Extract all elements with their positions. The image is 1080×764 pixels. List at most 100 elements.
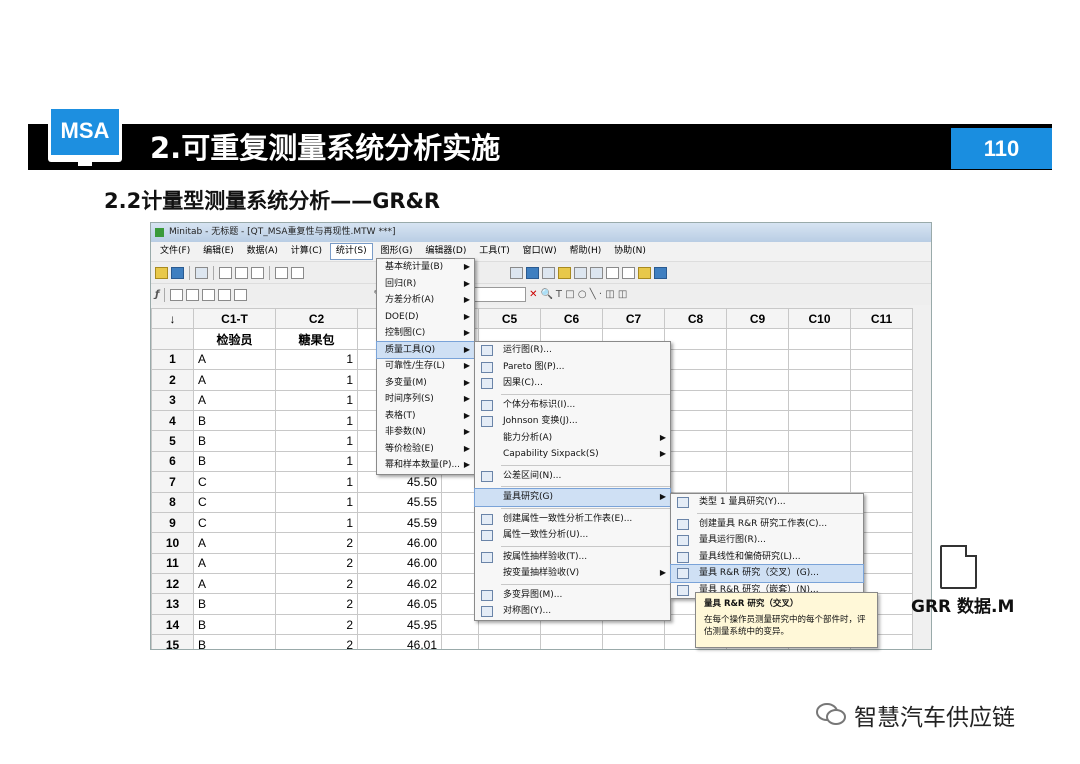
insert-col-icon[interactable] — [186, 288, 200, 301]
empty-cell[interactable] — [441, 532, 479, 554]
menu-item-multivariate[interactable]: 多变量(M) ▶ — [377, 375, 474, 392]
column-header[interactable]: C10 — [788, 307, 851, 330]
menu-item-anova[interactable]: 方差分析(A) ▶ — [377, 292, 474, 309]
row-header[interactable]: 8 — [151, 491, 194, 513]
row-header[interactable]: 15 — [151, 634, 194, 649]
empty-cell[interactable] — [850, 450, 913, 473]
cell-operator[interactable]: B — [193, 613, 276, 636]
menu-item-power-sample[interactable]: 幂和样本数量(P)... ▶ — [377, 457, 474, 474]
cell-part[interactable]: 1 — [275, 409, 358, 432]
cell-measurement[interactable]: 46.01 — [357, 634, 442, 649]
menu-calc[interactable]: 计算(C) — [286, 242, 327, 261]
cut-icon[interactable] — [219, 266, 232, 279]
empty-cell[interactable] — [478, 634, 541, 649]
empty-cell[interactable] — [664, 471, 727, 493]
empty-cell[interactable] — [788, 369, 851, 391]
menu-item-attribute-agreement[interactable]: 属性一致性分析(U)... — [475, 527, 670, 544]
empty-cell[interactable] — [441, 593, 479, 615]
cell-part[interactable]: 2 — [275, 573, 358, 595]
save-icon[interactable] — [171, 266, 184, 279]
empty-cell[interactable] — [788, 409, 851, 432]
row-header[interactable]: 14 — [151, 613, 194, 636]
menu-item-pareto[interactable]: Pareto 图(P)... — [475, 359, 670, 376]
empty-cell[interactable] — [441, 573, 479, 595]
column-header[interactable]: C1-T — [193, 307, 276, 330]
menu-item-johnson[interactable]: Johnson 变换(J)... — [475, 413, 670, 430]
empty-cell[interactable] — [664, 369, 727, 391]
cell-part[interactable]: 2 — [275, 593, 358, 615]
menu-item-basic-stats[interactable]: 基本统计量(B) ▶ — [377, 259, 474, 276]
empty-cell[interactable] — [726, 430, 789, 452]
cell-operator[interactable]: B — [193, 430, 276, 452]
row-header[interactable]: 2 — [151, 369, 194, 391]
menu-item-distribution-id[interactable]: 个体分布标识(I)... — [475, 397, 670, 414]
menu-item-acceptance-attr[interactable]: 按属性抽样验收(T)... — [475, 549, 670, 566]
menu-stat[interactable]: 统计(S) — [329, 243, 373, 260]
layout-icon[interactable] — [542, 266, 555, 279]
project-icon[interactable] — [590, 266, 603, 279]
cell-operator[interactable]: A — [193, 573, 276, 595]
cell-operator[interactable]: A — [193, 532, 276, 554]
move-col-icon[interactable] — [202, 288, 216, 301]
cell-operator[interactable]: B — [193, 450, 276, 473]
cell-part[interactable]: 2 — [275, 613, 358, 636]
empty-cell[interactable] — [788, 450, 851, 473]
menu-item-nonparametrics[interactable]: 非参数(N) ▶ — [377, 424, 474, 441]
help-icon[interactable] — [234, 288, 248, 301]
row-header[interactable]: 10 — [151, 532, 194, 554]
empty-cell[interactable] — [441, 511, 479, 534]
menu-item-type1-gage[interactable]: 类型 1 量具研究(Y)... — [671, 494, 863, 511]
note-icon[interactable] — [574, 266, 587, 279]
menu-item-sixpack[interactable]: Capability Sixpack(S) ▶ — [475, 446, 670, 463]
draw-tools-icon[interactable]: T □ ○ ╲ · ◫ ◫ — [556, 289, 627, 300]
empty-cell[interactable] — [788, 471, 851, 493]
cell-measurement[interactable]: 45.55 — [357, 491, 442, 513]
chart-icon[interactable] — [510, 266, 523, 279]
row-header-corner[interactable]: ↓ — [151, 307, 194, 330]
cell-operator[interactable]: C — [193, 471, 276, 493]
menu-item-tolerance[interactable]: 公差区间(N)... — [475, 468, 670, 485]
empty-cell[interactable] — [664, 348, 727, 371]
column-name[interactable] — [664, 328, 727, 350]
row-header[interactable]: 6 — [151, 450, 194, 473]
column-header[interactable]: C9 — [726, 307, 789, 330]
window-icon[interactable] — [654, 266, 667, 279]
cell-part[interactable]: 2 — [275, 634, 358, 649]
menu-item-reliability[interactable]: 可靠性/生存(L) ▶ — [377, 358, 474, 375]
menu-item-create-attribute-ws[interactable]: 创建属性一致性分析工作表(E)... — [475, 511, 670, 528]
empty-cell[interactable] — [788, 430, 851, 452]
empty-cell[interactable] — [850, 409, 913, 432]
cell-operator[interactable]: B — [193, 593, 276, 615]
open-icon[interactable] — [155, 266, 168, 279]
menu-item-symmetry[interactable]: 对称图(Y)... — [475, 603, 670, 620]
cell-part[interactable]: 1 — [275, 430, 358, 452]
empty-cell[interactable] — [788, 348, 851, 371]
empty-cell[interactable] — [850, 348, 913, 371]
menu-item-regression[interactable]: 回归(R) ▶ — [377, 276, 474, 293]
empty-cell[interactable] — [726, 369, 789, 391]
empty-cell[interactable] — [664, 430, 727, 452]
empty-cell[interactable] — [441, 634, 479, 649]
empty-cell[interactable] — [850, 369, 913, 391]
graph-icon[interactable] — [638, 266, 651, 279]
redo-icon[interactable] — [291, 266, 304, 279]
cell-measurement[interactable]: 46.00 — [357, 552, 442, 575]
column-header[interactable]: C5 — [478, 307, 541, 330]
menu-item-gage-run-chart[interactable]: 量具运行图(R)... — [671, 532, 863, 549]
cell-measurement[interactable]: 45.59 — [357, 511, 442, 534]
menu-item-control-charts[interactable]: 控制图(C) ▶ — [377, 325, 474, 342]
row-header[interactable]: 1 — [151, 348, 194, 371]
empty-cell[interactable] — [726, 409, 789, 432]
print-icon[interactable] — [195, 266, 208, 279]
row-header[interactable]: 4 — [151, 409, 194, 432]
paste-icon[interactable] — [251, 266, 264, 279]
close-icon[interactable]: ✕ — [529, 289, 537, 300]
menu-file[interactable]: 文件(F) — [155, 242, 195, 261]
menu-edit[interactable]: 编辑(E) — [198, 242, 239, 261]
row-header[interactable]: 5 — [151, 430, 194, 452]
menu-item-create-grr-ws[interactable]: 创建量具 R&R 研究工作表(C)... — [671, 516, 863, 533]
cell-operator[interactable]: A — [193, 389, 276, 411]
menu-item-run-chart[interactable]: 运行图(R)... — [475, 342, 670, 359]
row-header[interactable]: 11 — [151, 552, 194, 575]
empty-cell[interactable] — [726, 348, 789, 371]
